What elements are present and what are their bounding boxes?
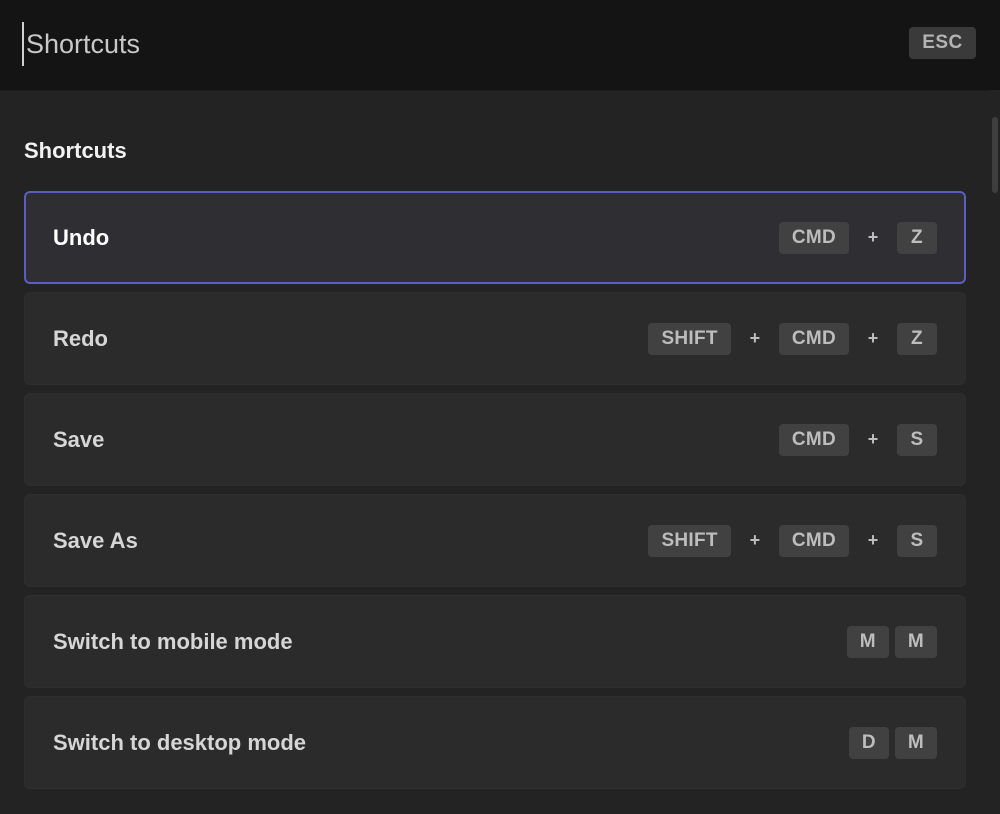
keycap: Z	[897, 221, 937, 254]
section-title: Shortcuts	[24, 138, 127, 163]
shortcut-row-switch-to-mobile-mode[interactable]: Switch to mobile mode M M	[24, 595, 966, 688]
shortcut-row-undo[interactable]: Undo CMD + Z	[24, 191, 966, 284]
esc-button[interactable]: ESC	[909, 27, 976, 59]
keycap: M	[894, 726, 937, 759]
keycap: M	[846, 625, 889, 658]
shortcut-row-switch-to-desktop-mode[interactable]: Switch to desktop mode D M	[24, 696, 966, 789]
scrollbar[interactable]	[990, 90, 1000, 814]
keycap: CMD	[778, 322, 849, 355]
keycap: S	[897, 524, 937, 557]
keycap: M	[894, 625, 937, 658]
shortcut-label: Save As	[53, 527, 138, 553]
keycap: D	[848, 726, 889, 759]
shortcut-row-save[interactable]: Save CMD + S	[24, 393, 966, 486]
shortcut-keys: SHIFT + CMD + Z	[648, 322, 937, 355]
shortcut-keys: MM	[846, 625, 937, 658]
plus-separator: +	[749, 530, 761, 550]
scrollbar-thumb[interactable]	[992, 117, 998, 193]
shortcut-row-save-as[interactable]: Save As SHIFT + CMD + S	[24, 494, 966, 587]
shortcut-label: Switch to mobile mode	[53, 628, 293, 654]
search-bar: ESC	[0, 0, 1000, 91]
keycap: Z	[897, 322, 937, 355]
plus-separator: +	[867, 328, 879, 348]
plus-separator: +	[867, 227, 879, 247]
keycap: CMD	[778, 524, 849, 557]
keycap: SHIFT	[648, 524, 731, 557]
shortcut-list: Undo CMD + Z Redo SHIFT + CMD + Z Save CMD + S Save As…	[24, 191, 966, 797]
plus-separator: +	[749, 328, 761, 348]
shortcut-keys: DM	[848, 726, 937, 759]
shortcut-label: Save	[53, 426, 105, 452]
shortcut-keys: SHIFT + CMD + S	[648, 524, 937, 557]
plus-separator: +	[867, 429, 879, 449]
plus-separator: +	[867, 530, 879, 550]
shortcut-row-redo[interactable]: Redo SHIFT + CMD + Z	[24, 292, 966, 385]
shortcuts-palette: ESC Shortcuts Undo CMD + Z Redo SHIFT + CMD + Z Sa…	[0, 0, 1000, 814]
shortcut-label: Switch to desktop mode	[53, 729, 307, 755]
search-input[interactable]	[22, 22, 886, 66]
keycap: CMD	[778, 221, 849, 254]
keycap: SHIFT	[648, 322, 731, 355]
shortcut-label: Undo	[53, 224, 110, 250]
shortcut-keys: CMD + S	[778, 423, 937, 456]
keycap: S	[897, 423, 937, 456]
keycap: CMD	[778, 423, 849, 456]
shortcut-keys: CMD + Z	[778, 221, 937, 254]
shortcut-label: Redo	[53, 325, 108, 351]
